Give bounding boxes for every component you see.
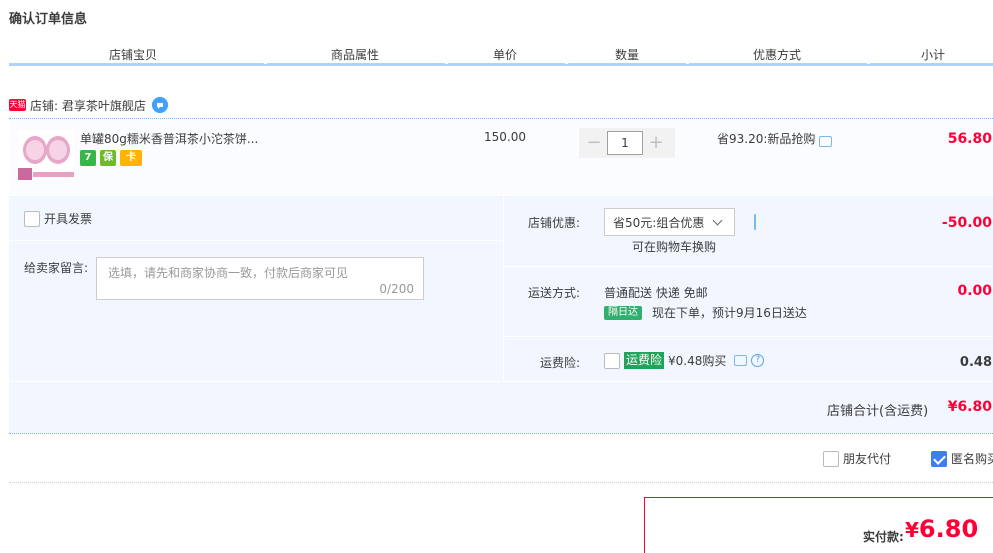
insurance-price: ¥0.48购买	[668, 354, 727, 368]
panel-divider	[504, 266, 993, 267]
shop-total-value: ¥6.80	[947, 399, 992, 415]
tmall-icon: 天猫	[9, 99, 26, 111]
credit-card-icon[interactable]: 卡	[120, 150, 142, 166]
insurance-tag: 运费险	[624, 352, 665, 369]
anonymous-purchase-option[interactable]: 匿名购买	[931, 450, 993, 467]
message-placeholder: 选填，请先和商家协商一致，付款后商家可见	[108, 266, 349, 280]
insurance-info-icon[interactable]	[734, 355, 748, 366]
order-table-header: 店铺宝贝 商品属性 单价 数量 优惠方式 小计	[9, 44, 993, 66]
seven-day-return-icon[interactable]: 7	[80, 150, 96, 166]
quantity-input[interactable]: 1	[607, 131, 643, 155]
product-title-link[interactable]: 单罐80g糯米香普洱茶小沱茶饼...	[80, 130, 258, 147]
quantity-stepper: − 1 +	[579, 128, 675, 158]
shop-total-label: 店铺合计(含运费)	[827, 404, 929, 419]
shipping-eta-row: 隔日达 现在下单，预计9月16日送达	[604, 304, 807, 321]
unit-price: 150.00	[484, 130, 526, 144]
header-separator	[264, 62, 267, 64]
header-separator	[686, 62, 689, 64]
shop-discount-value: -50.00	[941, 215, 992, 231]
payment-label: 实付款:	[863, 530, 904, 544]
help-icon[interactable]: ?	[751, 354, 765, 367]
anonymous-label: 匿名购买	[951, 452, 993, 466]
page-title: 确认订单信息	[9, 12, 88, 27]
shipping-label: 运送方式:	[528, 286, 581, 300]
header-attributes: 商品属性	[331, 48, 380, 62]
item-subtotal: 56.80	[947, 131, 992, 147]
promotion-info-icon[interactable]	[819, 136, 833, 147]
invoice-option[interactable]: 开具发票	[24, 210, 92, 227]
product-thumbnail[interactable]	[18, 130, 74, 180]
wangwang-chat-icon[interactable]	[151, 97, 168, 113]
payment-amount: ¥6.80	[905, 515, 978, 543]
header-separator	[565, 62, 568, 64]
invoice-label: 开具发票	[44, 212, 93, 226]
promotion: 省93.20:新品抢购	[717, 130, 833, 147]
panel-divider	[503, 196, 504, 381]
insurance-checkbox[interactable]	[604, 352, 620, 369]
header-quantity: 数量	[615, 48, 640, 62]
invoice-checkbox[interactable]	[24, 210, 40, 227]
chevron-down-icon	[712, 215, 723, 226]
message-char-count: 0/200	[379, 282, 414, 296]
shipping-eta: 现在下单，预计9月16日送达	[652, 306, 807, 320]
insurance-value: 0.48	[959, 355, 992, 370]
item-row: 单罐80g糯米香普洱茶小沱茶饼... 7 保 卡 150.00 − 1 + 省9…	[9, 119, 993, 195]
message-textarea[interactable]: 选填，请先和商家协商一致，付款后商家可见 0/200	[96, 257, 424, 300]
quantity-minus-button[interactable]: −	[581, 130, 607, 156]
insurance-option: 运费险 ¥0.48购买 ?	[604, 352, 765, 369]
message-label: 给卖家留言:	[24, 261, 89, 275]
header-separator	[445, 62, 448, 64]
header-discount: 优惠方式	[753, 48, 802, 62]
shop-discount-select[interactable]: 省50元:组合优惠	[604, 208, 735, 236]
shop-row: 天猫 店铺: 君享茶叶旗舰店	[9, 96, 168, 114]
panel-divider	[9, 240, 503, 241]
friend-pay-option[interactable]: 朋友代付	[823, 450, 891, 467]
payment-amount-value: 6.80	[918, 515, 979, 543]
promotion-text: 省93.20:新品抢购	[717, 132, 816, 146]
quantity-plus-button[interactable]: +	[643, 130, 669, 156]
section-separator	[9, 433, 993, 434]
header-unit-price: 单价	[493, 48, 518, 62]
header-shop-item: 店铺宝贝	[109, 48, 158, 62]
friend-pay-checkbox[interactable]	[823, 450, 839, 467]
shop-name-link[interactable]: 店铺: 君享茶叶旗舰店	[30, 97, 146, 114]
footer-separator	[9, 482, 993, 483]
header-separator	[867, 62, 870, 64]
discount-info-icon[interactable]	[754, 214, 756, 230]
guarantee-icon[interactable]: 保	[100, 150, 116, 166]
service-badges: 7 保 卡	[80, 150, 142, 166]
panel-divider	[9, 381, 993, 382]
anonymous-checkbox[interactable]	[931, 450, 947, 467]
insurance-label: 运费险:	[540, 356, 581, 370]
order-options-panel: 开具发票 给卖家留言: 选填，请先和商家协商一致，付款后商家可见 0/200 店…	[9, 196, 993, 434]
shipping-method: 普通配送 快递 免邮	[604, 286, 708, 300]
shop-discount-selected: 省50元:组合优惠	[613, 215, 705, 230]
header-subtotal: 小计	[921, 48, 946, 62]
shipping-fee: 0.00	[957, 283, 992, 299]
panel-divider	[504, 336, 993, 337]
next-day-badge: 隔日达	[604, 305, 642, 320]
friend-pay-label: 朋友代付	[843, 452, 892, 466]
shop-discount-label: 店铺优惠:	[528, 216, 581, 230]
shop-discount-note: 可在购物车换购	[632, 240, 717, 254]
payment-currency: ¥	[905, 518, 919, 542]
